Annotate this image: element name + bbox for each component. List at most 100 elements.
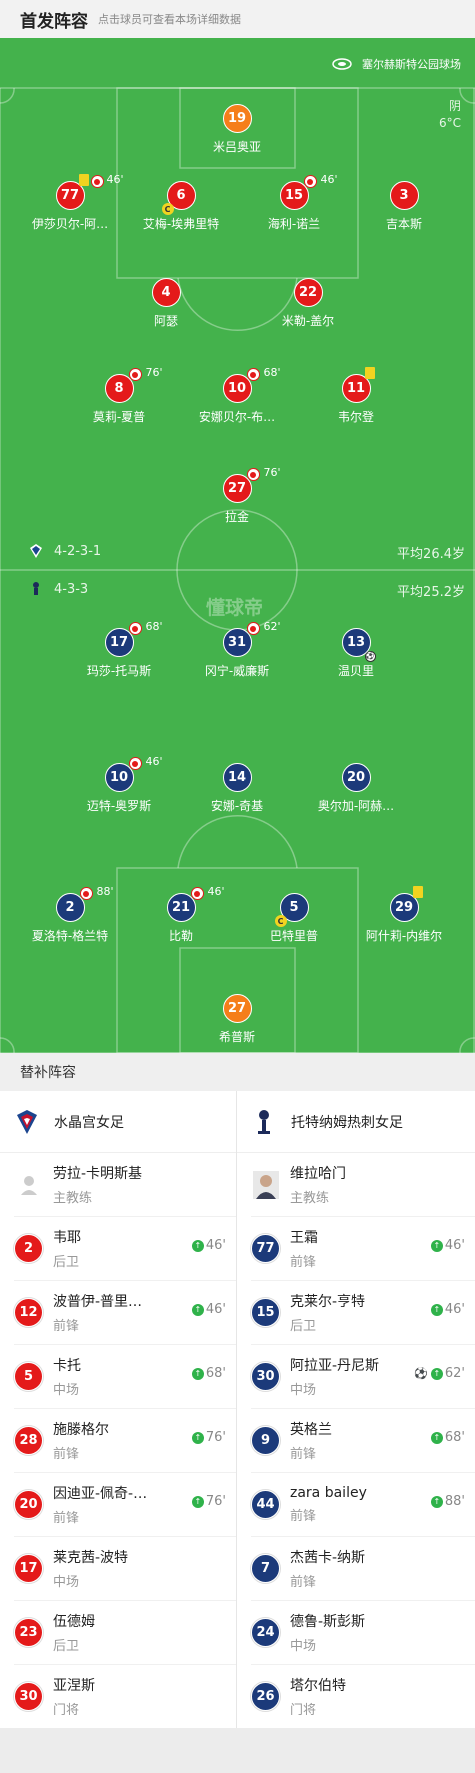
away-player[interactable]: 17 68' 玛莎-托马斯 xyxy=(54,620,184,679)
sub-number-badge: 2 xyxy=(14,1234,43,1263)
player-name: 吉本斯 xyxy=(385,217,422,231)
home-player[interactable]: 19 米吕奥亚 xyxy=(172,104,302,155)
away-player[interactable]: 21 46' 比勒 xyxy=(116,885,246,944)
player-number-badge: 10 68' xyxy=(222,366,281,403)
away-player[interactable]: 31 62' 冈宁-威廉斯 xyxy=(172,620,302,679)
away-player[interactable]: 29 阿什莉-内维尔 xyxy=(339,886,469,944)
player-number-badge: 6C xyxy=(161,181,196,215)
weather: 阴 6°C xyxy=(439,98,461,132)
sub-number-badge: 12 xyxy=(14,1298,43,1327)
sub-number-badge: 30 xyxy=(251,1362,280,1391)
sub-player-row[interactable]: 26 塔尔伯特 门将 xyxy=(237,1665,475,1728)
home-avg-age: 平均26.4岁 xyxy=(397,547,465,562)
player-name: 阿什莉-内维尔 xyxy=(365,929,443,943)
away-team-row[interactable]: 托特纳姆热刺女足 xyxy=(237,1091,475,1153)
player-name: 希普斯 xyxy=(218,1030,255,1044)
home-coach-role: 主教练 xyxy=(53,1191,93,1206)
substitution-icon xyxy=(128,622,142,635)
sub-player-name: 德鲁-斯彭斯 xyxy=(290,1614,366,1630)
sub-player-name: 杰茜卡-纳斯 xyxy=(290,1550,366,1566)
yellow-card-icon xyxy=(78,174,89,186)
sub-player-row[interactable]: 2 韦耶 后卫 ↑ 46' xyxy=(0,1217,236,1280)
player-name: 安娜贝尔-布… xyxy=(198,410,276,424)
sub-player-name: 英格兰 xyxy=(290,1422,332,1438)
sub-player-row[interactable]: 7 杰茜卡-纳斯 前锋 xyxy=(237,1537,475,1600)
player-number-badge: 5C xyxy=(274,893,309,927)
player-number-badge: 3 xyxy=(389,181,419,210)
sub-player-name: 韦耶 xyxy=(53,1230,81,1246)
goal-ball-icon: ⚽ xyxy=(414,1367,428,1380)
away-player[interactable]: 27 希普斯 xyxy=(172,994,302,1045)
player-name: 米勒-盖尔 xyxy=(281,314,335,328)
sub-player-position: 门将 xyxy=(53,1703,80,1718)
home-player[interactable]: 3 吉本斯 xyxy=(339,181,469,232)
venue-name: 塞尔赫斯特公园球场 xyxy=(362,58,461,71)
home-player[interactable]: 10 68' 安娜贝尔-布… xyxy=(172,366,302,425)
sub-on-time: ↑ 46' xyxy=(191,1302,226,1317)
sub-number-badge: 5 xyxy=(14,1362,43,1391)
sub-player-row[interactable]: 20 因迪亚-佩奇-… 前锋 ↑ 76' xyxy=(0,1473,236,1536)
sub-on-minute: 68' xyxy=(205,1366,226,1381)
player-name: 韦尔登 xyxy=(337,410,374,424)
sub-player-row[interactable]: 23 伍德姆 后卫 xyxy=(0,1601,236,1664)
sub-number-badge: 77 xyxy=(251,1234,280,1263)
yellow-card-icon xyxy=(412,886,423,898)
away-player[interactable]: 20 奥尔加-阿赫… xyxy=(291,763,421,814)
sub-on-time: ⚽ ↑ 62' xyxy=(414,1366,465,1381)
substitution-icon xyxy=(90,175,104,188)
sub-player-position: 后卫 xyxy=(53,1639,80,1654)
sub-on-arrow-icon: ↑ xyxy=(430,1431,443,1444)
away-player[interactable]: 10 46' 迈特-奥罗斯 xyxy=(54,755,184,814)
home-team-name: 水晶宫女足 xyxy=(54,1114,124,1131)
sub-player-row[interactable]: 24 德鲁-斯彭斯 中场 xyxy=(237,1601,475,1664)
sub-player-name: 亚涅斯 xyxy=(53,1678,95,1694)
home-player[interactable]: 22 米勒-盖尔 xyxy=(243,278,373,329)
away-player[interactable]: 13 ⚽ 温贝里 xyxy=(291,628,421,679)
player-number-badge: 10 46' xyxy=(104,755,163,792)
sub-player-row[interactable]: 44 zara bailey 前锋 ↑ 88' xyxy=(237,1473,475,1536)
sub-player-row[interactable]: 77 王霜 前锋 ↑ 46' xyxy=(237,1217,475,1280)
sub-player-name: 王霜 xyxy=(290,1230,318,1246)
sub-on-arrow-icon: ↑ xyxy=(191,1367,204,1380)
sub-player-row[interactable]: 28 施滕格尔 前锋 ↑ 76' xyxy=(0,1409,236,1472)
coach-placeholder-icon xyxy=(14,1170,43,1199)
home-player[interactable]: 8 76' 莫莉-夏普 xyxy=(54,366,184,425)
player-name: 莫莉-夏普 xyxy=(92,410,146,424)
home-player[interactable]: 11 韦尔登 xyxy=(291,367,421,425)
sub-player-name: 伍德姆 xyxy=(53,1614,95,1630)
away-player[interactable]: 14 安娜-奇基 xyxy=(172,763,302,814)
sub-number-badge: 24 xyxy=(251,1618,280,1647)
sub-player-row[interactable]: 30 亚涅斯门将 xyxy=(0,1665,236,1728)
home-team-row[interactable]: 水晶宫女足 xyxy=(0,1091,236,1153)
home-player[interactable]: 27 76' 拉金 xyxy=(172,466,302,525)
sub-player-row[interactable]: 30 阿拉亚-丹尼斯 中场 ⚽ ↑ 62' xyxy=(237,1345,475,1408)
substitution-minute: 46' xyxy=(207,885,225,898)
venue: 塞尔赫斯特公园球场 xyxy=(332,56,461,72)
sub-player-row[interactable]: 5 卡托 中场 ↑ 68' xyxy=(0,1345,236,1408)
player-name: 玛莎-托马斯 xyxy=(86,664,152,678)
sub-player-position: 前锋 xyxy=(290,1575,317,1590)
player-number-badge: 21 46' xyxy=(166,885,225,922)
home-player[interactable]: 4 阿瑟 xyxy=(101,278,231,329)
sub-on-minute: 46' xyxy=(444,1238,465,1253)
sub-player-position: 前锋 xyxy=(290,1447,317,1462)
away-coach-row[interactable]: 维拉哈门 主教练 xyxy=(237,1153,475,1216)
sub-number-badge: 30 xyxy=(14,1682,43,1711)
sub-player-row[interactable]: 12 波普伊-普里… 前锋 ↑ 46' xyxy=(0,1281,236,1344)
substitution-icon xyxy=(128,757,142,770)
home-player[interactable]: 6 C 艾梅-埃弗里特 xyxy=(116,181,246,232)
sub-on-minute: 76' xyxy=(205,1430,226,1445)
home-coach-row[interactable]: 劳拉-卡明斯基 主教练 xyxy=(0,1153,236,1216)
player-name: 阿瑟 xyxy=(153,314,178,328)
sub-player-row[interactable]: 15 克莱尔-亨特 后卫 ↑ 46' xyxy=(237,1281,475,1344)
sub-player-row[interactable]: 17 莱克茜-波特 中场 xyxy=(0,1537,236,1600)
player-number-badge: 27 xyxy=(222,994,252,1023)
player-name: 奥尔加-阿赫… xyxy=(317,799,395,813)
away-avg-age: 平均25.2岁 xyxy=(397,585,465,600)
crystal-palace-logo-icon xyxy=(14,1109,40,1135)
substitution-icon xyxy=(190,887,204,900)
substitution-icon xyxy=(303,175,317,188)
substitution-minute: 46' xyxy=(320,173,338,186)
sub-number-badge: 9 xyxy=(251,1426,280,1455)
sub-player-row[interactable]: 9 英格兰 前锋 ↑ 68' xyxy=(237,1409,475,1472)
